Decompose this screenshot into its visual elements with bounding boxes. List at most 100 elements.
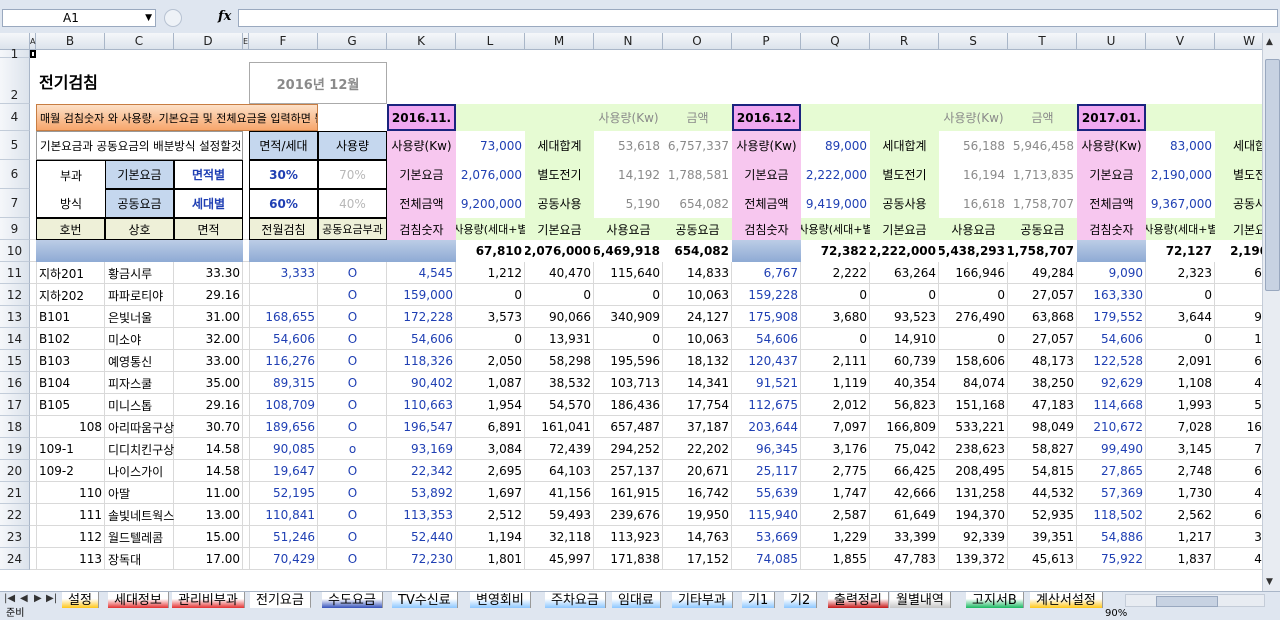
- last-sheet-icon[interactable]: ▶|: [46, 593, 57, 604]
- reading-dec[interactable]: 91,521: [732, 372, 801, 394]
- usage-dec[interactable]: 7,097: [801, 416, 870, 438]
- shop-name[interactable]: 은빛너울: [105, 306, 174, 328]
- usage-fee-total[interactable]: 6,469,918: [594, 240, 663, 262]
- separate-power-usage[interactable]: 16,194: [939, 160, 1008, 189]
- base-fee-nov[interactable]: 32,118: [525, 526, 594, 548]
- column-header[interactable]: N: [594, 33, 663, 50]
- column-header[interactable]: L: [456, 33, 525, 50]
- common-use-usage[interactable]: 16,618: [939, 189, 1008, 218]
- area-header[interactable]: 면적: [174, 218, 243, 240]
- reading-nov[interactable]: 52,440: [387, 526, 456, 548]
- reading-dec[interactable]: 54,606: [732, 328, 801, 350]
- common-use-amount[interactable]: 654,082: [663, 189, 732, 218]
- column-header[interactable]: D: [174, 33, 243, 50]
- area[interactable]: 33.00: [174, 350, 243, 372]
- common-fee-flag[interactable]: O: [318, 416, 387, 438]
- common-fee-dec[interactable]: 54,815: [1008, 460, 1077, 482]
- common-fee-nov[interactable]: 22,202: [663, 438, 732, 460]
- usage-fee-dec[interactable]: 139,372: [939, 548, 1008, 570]
- total-amount-label[interactable]: 전체금액: [732, 189, 801, 218]
- usage-header[interactable]: 사용량(세대+별: [801, 218, 870, 240]
- common-fee-nov[interactable]: 37,187: [663, 416, 732, 438]
- shop-name[interactable]: 아리따움구상: [105, 416, 174, 438]
- usage-value[interactable]: 89,000: [801, 131, 870, 160]
- common-fee-dec[interactable]: 52,935: [1008, 504, 1077, 526]
- usage-jan[interactable]: 0: [1146, 284, 1215, 306]
- base-fee-jan[interactable]: 57,9: [1215, 394, 1262, 416]
- base-fee-jan[interactable]: 42,2: [1215, 372, 1262, 394]
- sheet-title[interactable]: 전기검침: [36, 58, 243, 104]
- common-fee-flag[interactable]: O: [318, 372, 387, 394]
- common-fee-nov[interactable]: 18,132: [663, 350, 732, 372]
- row-header[interactable]: 15: [0, 350, 30, 372]
- total-amount-label[interactable]: 전체금액: [1077, 189, 1146, 218]
- common-fee-total[interactable]: 654,082: [663, 240, 732, 262]
- usage-fee-nov[interactable]: 161,915: [594, 482, 663, 504]
- common-fee-nov[interactable]: 10,063: [663, 328, 732, 350]
- usage-dec[interactable]: 2,111: [801, 350, 870, 372]
- unit-number[interactable]: 108: [36, 416, 105, 438]
- base-fee-total[interactable]: 2,076,000: [525, 240, 594, 262]
- usage-dec[interactable]: 2,587: [801, 504, 870, 526]
- gongdong-mode-select[interactable]: 세대별: [174, 189, 243, 218]
- usage-nov[interactable]: 2,695: [456, 460, 525, 482]
- usage-label[interactable]: 사용량(Kw): [387, 131, 456, 160]
- usage-dec[interactable]: 0: [801, 328, 870, 350]
- previous-reading[interactable]: 51,246: [249, 526, 318, 548]
- usage-fee-nov[interactable]: 115,640: [594, 262, 663, 284]
- area[interactable]: 11.00: [174, 482, 243, 504]
- common-fee-dec[interactable]: 45,613: [1008, 548, 1077, 570]
- allocation-header-area[interactable]: 면적/세대: [249, 131, 318, 160]
- reading-dec[interactable]: 25,117: [732, 460, 801, 482]
- reading-header[interactable]: 검침숫자: [1077, 218, 1146, 240]
- base-fee-dec[interactable]: 66,425: [870, 460, 939, 482]
- area[interactable]: 30.70: [174, 416, 243, 438]
- base-fee-total[interactable]: 2,190,0: [1215, 240, 1262, 262]
- formula-input[interactable]: [238, 9, 1278, 27]
- row-header[interactable]: 14: [0, 328, 30, 350]
- separate-power-amount[interactable]: 1,788,581: [663, 160, 732, 189]
- previous-reading[interactable]: [249, 284, 318, 306]
- usage-jan[interactable]: 0: [1146, 328, 1215, 350]
- row-header[interactable]: 11: [0, 262, 30, 284]
- usage-header[interactable]: 사용량(세대+별: [1146, 218, 1215, 240]
- base-fee-nov[interactable]: 64,103: [525, 460, 594, 482]
- usage-dec[interactable]: 2,012: [801, 394, 870, 416]
- base-fee-jan[interactable]: 74,6: [1215, 438, 1262, 460]
- usage-nov[interactable]: 1,087: [456, 372, 525, 394]
- month-top-usage-label[interactable]: 사용량(Kw): [939, 104, 1008, 131]
- usage-nov[interactable]: 1,697: [456, 482, 525, 504]
- usage-dec[interactable]: 1,747: [801, 482, 870, 504]
- unit-number[interactable]: 112: [36, 526, 105, 548]
- usage-fee-dec[interactable]: 166,946: [939, 262, 1008, 284]
- sheet-tab[interactable]: 기타부과: [672, 592, 733, 609]
- prev-sheet-icon[interactable]: ◀: [20, 593, 28, 604]
- common-fee-flag[interactable]: O: [318, 394, 387, 416]
- unit-number[interactable]: 113: [36, 548, 105, 570]
- common-fee-flag[interactable]: o: [318, 438, 387, 460]
- previous-reading[interactable]: 110,841: [249, 504, 318, 526]
- gongdong-area-pct[interactable]: 60%: [249, 189, 318, 218]
- usage-total[interactable]: 67,810: [456, 240, 525, 262]
- sheet-tab[interactable]: 관리비부과: [172, 592, 245, 609]
- common-fee-flag[interactable]: O: [318, 262, 387, 284]
- month-band[interactable]: [1146, 104, 1262, 131]
- household-total-label[interactable]: 세대합계: [525, 131, 594, 160]
- reading-nov[interactable]: 93,169: [387, 438, 456, 460]
- row-header[interactable]: 13: [0, 306, 30, 328]
- usage-jan[interactable]: 2,323: [1146, 262, 1215, 284]
- unit-number[interactable]: 111: [36, 504, 105, 526]
- previous-reading-header[interactable]: 전월검침: [249, 218, 318, 240]
- usage-fee-dec[interactable]: 194,370: [939, 504, 1008, 526]
- previous-reading[interactable]: 70,429: [249, 548, 318, 570]
- shop-name[interactable]: 황금시루: [105, 262, 174, 284]
- sheet-tab[interactable]: 계산서설정: [1030, 592, 1103, 609]
- base-fee-jan[interactable]: 165,7: [1215, 416, 1262, 438]
- usage-fee-dec[interactable]: 158,606: [939, 350, 1008, 372]
- common-fee-dec[interactable]: 47,183: [1008, 394, 1077, 416]
- usage-fee-nov[interactable]: 0: [594, 284, 663, 306]
- sheet-tab[interactable]: TV수신료: [392, 592, 458, 609]
- common-fee-flag[interactable]: O: [318, 328, 387, 350]
- column-header[interactable]: G: [318, 33, 387, 50]
- household-total-label[interactable]: 세대합: [1215, 131, 1262, 160]
